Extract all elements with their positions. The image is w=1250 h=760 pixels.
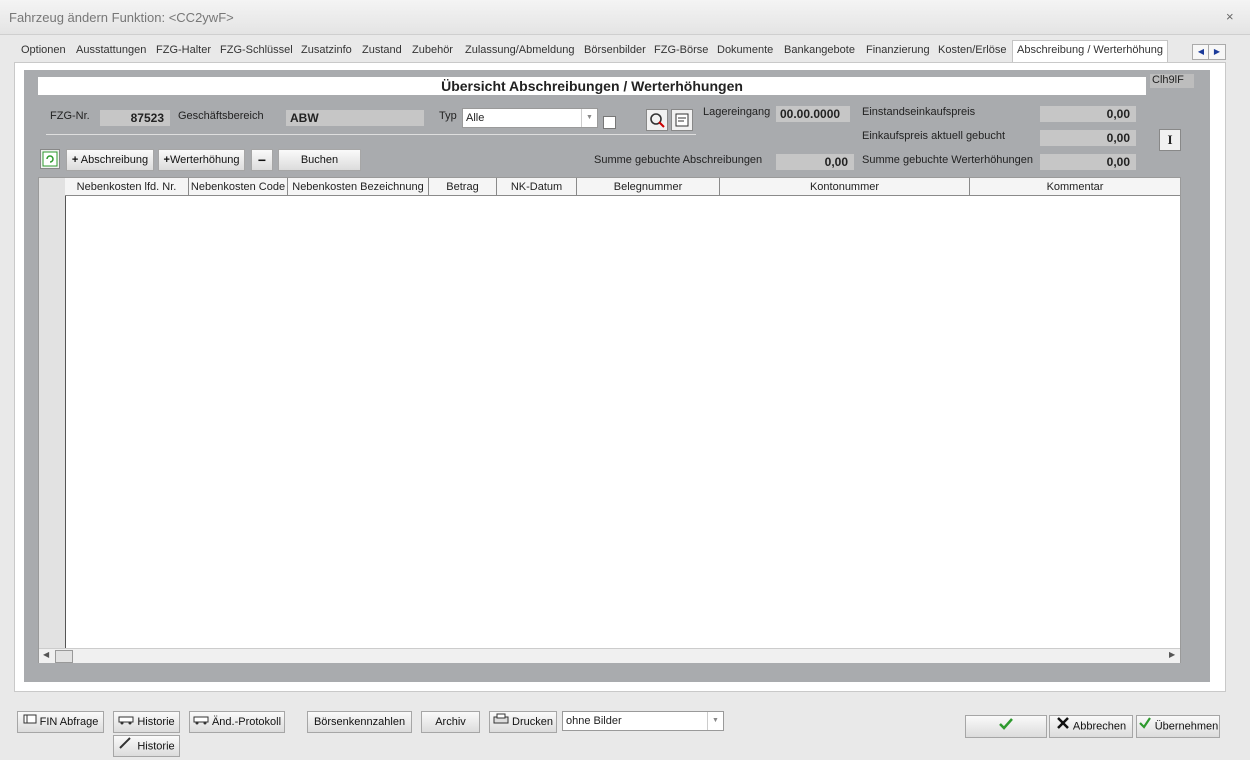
window-title: Fahrzeug ändern Funktion: <CC2ywF> [9,10,234,25]
drucken-label: Drucken [512,716,553,728]
einkaufspreis-label: Einkaufspreis aktuell gebucht [862,130,1006,142]
refresh-button[interactable] [40,149,60,169]
wrench-icon [118,736,134,757]
abschreibung-label: Abschreibung [80,154,149,166]
tab-fzg-boerse[interactable]: FZG-Börse [654,44,708,56]
scroll-thumb[interactable] [55,650,73,663]
column-header[interactable]: Nebenkosten Code [189,178,288,196]
column-header[interactable]: Nebenkosten lfd. Nr. [65,178,189,196]
column-header[interactable]: NK-Datum [497,178,577,196]
tab-bankangebote[interactable]: Bankangebote [784,44,855,56]
chevron-down-icon: ▼ [581,109,597,127]
tab-boersenbilder[interactable]: Börsenbilder [584,44,646,56]
aend-protokoll-label: Änd.-Protokoll [211,716,282,728]
ok-check-icon [999,718,1013,730]
column-header[interactable]: Kommentar [970,178,1180,196]
tab-optionen[interactable]: Optionen [21,44,66,56]
geschaeftsbereich-label: Geschäftsbereich [178,110,264,122]
bilder-select[interactable]: ohne Bilder ▼ [562,711,724,731]
check-icon [1138,716,1152,737]
code-field: Clh9lF [1150,74,1194,88]
aend-protokoll-button[interactable]: Änd.-Protokoll [189,711,285,733]
x-icon [1056,716,1070,737]
scroll-right-icon[interactable]: ▶ [1169,650,1175,659]
tab-fzg-halter[interactable]: FZG-Halter [156,44,211,56]
note-button[interactable] [671,109,693,131]
tab-zubehoer[interactable]: Zubehör [412,44,453,56]
summe-werterhoehungen-label: Summe gebuchte Werterhöhungen [862,154,1034,166]
add-werterhoehung-button[interactable]: +Werterhöhung [158,149,245,171]
note-icon [675,113,689,127]
horizontal-scrollbar[interactable]: ◀ ▶ [39,648,1180,663]
info-button[interactable]: I [1159,129,1181,151]
historie-label: Historie [137,716,175,728]
refresh-icon [42,151,58,167]
typ-checkbox[interactable] [603,116,616,129]
summe-werterhoehungen-value: 0,00 [1040,154,1136,170]
search-button[interactable] [646,109,668,131]
historie-tools-label: Historie [137,740,175,753]
historie-tools-button[interactable]: Historie [113,735,180,757]
printer-icon [493,712,509,732]
tab-abschreibung[interactable]: Abschreibung / Werterhöhung [1012,40,1168,64]
tab-finanzierung[interactable]: Finanzierung [866,44,930,56]
historie-button[interactable]: Historie [113,711,180,733]
tab-ausstattungen[interactable]: Ausstattungen [76,44,146,56]
ok-button[interactable] [965,715,1047,738]
close-icon[interactable]: × [1226,9,1234,24]
bilder-select-value: ohne Bilder [566,715,622,727]
tab-fzg-schluessel[interactable]: FZG-Schlüssel [220,44,293,56]
archiv-button[interactable]: Archiv [421,711,480,733]
fzg-nr-label: FZG-Nr. [50,110,90,122]
abbrechen-button[interactable]: Abbrechen [1049,715,1133,738]
uebernehmen-label: Übernehmen [1154,720,1219,733]
einstandseinkaufspreis-label: Einstandseinkaufspreis [862,106,976,118]
lagereingang-label: Lagereingang [703,106,771,118]
car-icon [193,712,209,732]
typ-select-value: Alle [466,112,485,124]
column-header[interactable]: Belegnummer [577,178,720,196]
geschaeftsbereich-value: ABW [286,110,424,126]
data-table[interactable] [38,177,1181,663]
drucken-button[interactable]: Drucken [489,711,557,733]
abbrechen-label: Abbrechen [1072,720,1127,733]
uebernehmen-button[interactable]: Übernehmen [1136,715,1220,738]
tab-zustand[interactable]: Zustand [362,44,402,56]
einkaufspreis-value: 0,00 [1040,130,1136,146]
tab-zusatzinfo[interactable]: Zusatzinfo [301,44,352,56]
einstandseinkaufspreis-value: 0,00 [1040,106,1136,122]
fzg-nr-value: 87523 [100,110,170,126]
lagereingang-value: 00.00.0000 [776,106,850,122]
tab-kosten-erloese[interactable]: Kosten/Erlöse [938,44,1006,56]
fin-icon [23,712,37,732]
typ-select[interactable]: Alle ▼ [462,108,598,128]
scroll-left-icon[interactable]: ◀ [43,650,49,659]
remove-button[interactable]: − [251,149,273,171]
werterhoehung-label: Werterhöhung [169,154,240,166]
summe-abschreibungen-label: Summe gebuchte Abschreibungen [594,154,763,166]
car-icon [118,712,134,732]
summe-abschreibungen-value: 0,00 [776,154,854,170]
plus-icon: + [71,154,79,166]
tab-next-icon[interactable]: ▶ [1208,44,1226,60]
column-header[interactable]: Nebenkosten Bezeichnung [288,178,429,196]
add-abschreibung-button[interactable]: + Abschreibung [66,149,154,171]
tab-zulassung[interactable]: Zulassung/Abmeldung [465,44,574,56]
fin-abfrage-button[interactable]: FIN Abfrage [17,711,104,733]
tab-bar: Optionen Ausstattungen FZG-Halter FZG-Sc… [14,40,1190,64]
typ-label: Typ [439,110,457,122]
tab-dokumente[interactable]: Dokumente [717,44,773,56]
page-title: Übersicht Abschreibungen / Werterhöhunge… [38,77,1146,95]
row-header-column [39,178,66,648]
buchen-button[interactable]: Buchen [278,149,361,171]
column-header[interactable]: Betrag [429,178,497,196]
boersenkennzahlen-button[interactable]: Börsenkennzahlen [307,711,412,733]
column-header[interactable]: Kontonummer [720,178,970,196]
header-separator [46,134,696,135]
chevron-down-icon: ▼ [707,712,723,730]
search-icon [650,113,665,128]
fin-abfrage-label: FIN Abfrage [39,716,99,728]
